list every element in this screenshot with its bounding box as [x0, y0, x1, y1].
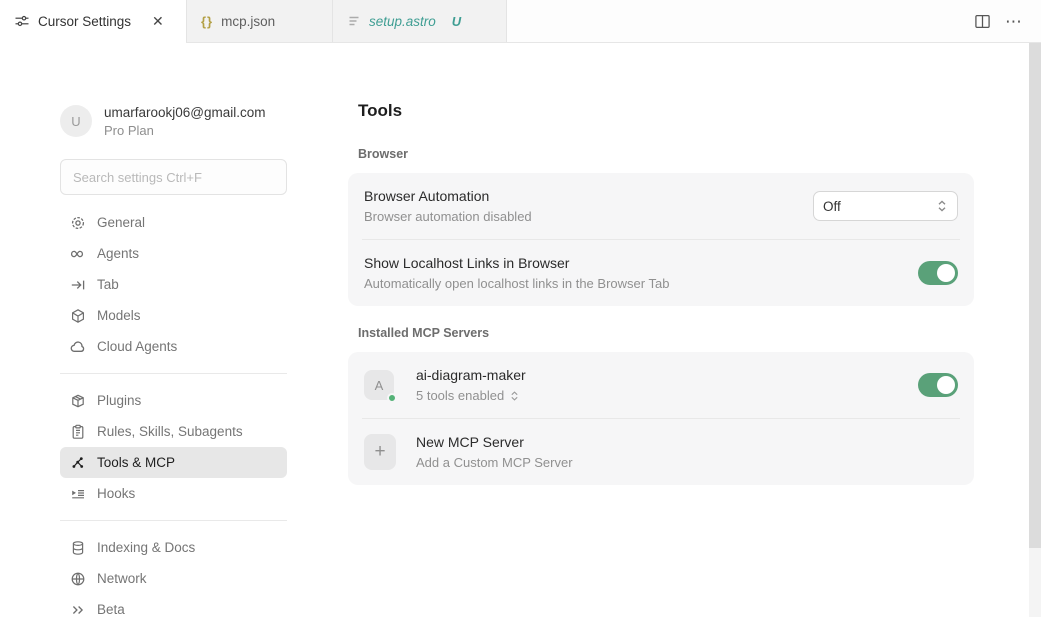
tab-bar-actions: ⋯: [974, 0, 1041, 42]
sidebar-item-label: Beta: [97, 602, 125, 617]
tab-label: setup.astro: [369, 14, 436, 29]
mcp-server-toggle[interactable]: [918, 373, 958, 397]
browser-settings-card: Browser Automation Browser automation di…: [348, 173, 974, 306]
user-avatar: U: [60, 105, 92, 137]
sidebar-item-tools-mcp[interactable]: Tools & MCP: [60, 447, 287, 478]
cube-icon: [70, 308, 86, 324]
mcp-server-row: A ai-diagram-maker 5 tools enabled: [348, 352, 974, 418]
setting-title: Browser Automation: [364, 188, 813, 204]
settings-sliders-icon: [14, 13, 30, 29]
sidebar-item-label: Network: [97, 571, 147, 586]
browser-section-label: Browser: [358, 147, 974, 161]
tab-arrow-icon: [70, 277, 86, 293]
settings-nav: General Agents Tab: [60, 207, 287, 617]
row-text: ai-diagram-maker 5 tools enabled: [416, 367, 918, 403]
sidebar-item-rules-skills-subagents[interactable]: Rules, Skills, Subagents: [60, 416, 287, 447]
up-down-chevrons-icon: [936, 199, 948, 213]
double-chevron-icon: [70, 602, 86, 617]
sidebar-item-agents[interactable]: Agents: [60, 238, 287, 269]
close-icon[interactable]: ✕: [149, 12, 167, 30]
split-editor-icon[interactable]: [974, 13, 991, 30]
show-localhost-links-toggle[interactable]: [918, 261, 958, 285]
new-mcp-server-row[interactable]: + New MCP Server Add a Custom MCP Server: [348, 419, 974, 485]
sidebar-item-label: Plugins: [97, 393, 141, 408]
sidebar-item-models[interactable]: Models: [60, 300, 287, 331]
gear-icon: [70, 215, 86, 231]
sidebar-item-network[interactable]: Network: [60, 563, 287, 594]
select-value: Off: [823, 199, 841, 214]
editor-tab-bar: Cursor Settings ✕ {} mcp.json setup.astr…: [0, 0, 1041, 43]
setting-subtitle: Browser automation disabled: [364, 209, 813, 224]
mcp-server-avatar: A: [364, 370, 394, 400]
cursor-settings-window: Cursor Settings ✕ {} mcp.json setup.astr…: [0, 0, 1041, 617]
json-braces-icon: {}: [201, 14, 213, 29]
new-mcp-server-subtitle: Add a Custom MCP Server: [416, 455, 958, 470]
row-text: Show Localhost Links in Browser Automati…: [364, 255, 918, 291]
sidebar-divider: [60, 520, 287, 521]
setting-title: Show Localhost Links in Browser: [364, 255, 918, 271]
account-plan-badge: Pro Plan: [104, 123, 266, 138]
sidebar-item-label: Agents: [97, 246, 139, 261]
sidebar-divider: [60, 373, 287, 374]
database-icon: [70, 540, 86, 556]
mcp-server-name: ai-diagram-maker: [416, 367, 918, 383]
setting-subtitle: Automatically open localhost links in th…: [364, 276, 918, 291]
tab-mcp-json[interactable]: {} mcp.json: [187, 0, 333, 42]
sidebar-item-plugins[interactable]: Plugins: [60, 385, 287, 416]
sidebar-item-tab[interactable]: Tab: [60, 269, 287, 300]
sidebar-item-label: General: [97, 215, 145, 230]
sidebar-item-label: Indexing & Docs: [97, 540, 195, 555]
file-lines-icon: [347, 14, 361, 28]
tab-label: mcp.json: [221, 14, 275, 29]
plus-icon[interactable]: +: [364, 434, 396, 470]
sidebar-item-general[interactable]: General: [60, 207, 287, 238]
page-title: Tools: [358, 101, 974, 121]
mcp-section-label: Installed MCP Servers: [358, 326, 974, 340]
sidebar-item-label: Models: [97, 308, 141, 323]
sidebar-item-label: Tools & MCP: [97, 455, 175, 470]
toggle-knob: [937, 376, 955, 394]
sidebar-item-label: Cloud Agents: [97, 339, 177, 354]
browser-automation-row: Browser Automation Browser automation di…: [348, 173, 974, 239]
tab-cursor-settings[interactable]: Cursor Settings ✕: [0, 0, 187, 42]
show-localhost-links-row: Show Localhost Links in Browser Automati…: [348, 240, 974, 306]
settings-sidebar: U umarfarookj06@gmail.com Pro Plan Gener…: [60, 101, 287, 617]
settings-content: U umarfarookj06@gmail.com Pro Plan Gener…: [0, 43, 1041, 617]
account-info: umarfarookj06@gmail.com Pro Plan: [104, 105, 266, 138]
row-text: Browser Automation Browser automation di…: [364, 188, 813, 224]
browser-automation-select[interactable]: Off: [813, 191, 958, 221]
row-text: New MCP Server Add a Custom MCP Server: [416, 434, 958, 470]
more-actions-icon[interactable]: ⋯: [1005, 13, 1023, 30]
sidebar-item-beta[interactable]: Beta: [60, 594, 287, 617]
network-nodes-icon: [70, 455, 86, 471]
new-mcp-server-title: New MCP Server: [416, 434, 958, 450]
sidebar-item-label: Hooks: [97, 486, 135, 501]
tab-setup-astro[interactable]: setup.astro U: [333, 0, 507, 42]
clipboard-icon: [70, 424, 86, 440]
git-untracked-badge: U: [452, 14, 461, 29]
mcp-servers-card: A ai-diagram-maker 5 tools enabled: [348, 352, 974, 485]
account-row: U umarfarookj06@gmail.com Pro Plan: [60, 101, 287, 141]
expand-tools-chevron-icon[interactable]: [510, 390, 519, 402]
account-email: umarfarookj06@gmail.com: [104, 105, 266, 120]
vertical-scrollbar-thumb[interactable]: [1029, 43, 1041, 548]
infinity-icon: [70, 246, 86, 262]
toggle-knob: [937, 264, 955, 282]
tools-settings-panel: Tools Browser Browser Automation Browser…: [348, 101, 974, 617]
sidebar-item-cloud-agents[interactable]: Cloud Agents: [60, 331, 287, 362]
hooks-icon: [70, 486, 86, 502]
globe-icon: [70, 571, 86, 587]
tab-label: Cursor Settings: [38, 14, 131, 29]
sidebar-item-indexing-docs[interactable]: Indexing & Docs: [60, 532, 287, 563]
cloud-icon: [70, 339, 86, 355]
sidebar-item-hooks[interactable]: Hooks: [60, 478, 287, 509]
mcp-tools-status: 5 tools enabled: [416, 388, 504, 403]
online-status-dot: [387, 393, 397, 403]
sidebar-item-label: Tab: [97, 277, 119, 292]
sidebar-item-label: Rules, Skills, Subagents: [97, 424, 243, 439]
avatar-initial: A: [375, 378, 384, 393]
settings-search-input[interactable]: [60, 159, 287, 195]
package-icon: [70, 393, 86, 409]
vertical-scrollbar-track[interactable]: [1029, 43, 1041, 617]
